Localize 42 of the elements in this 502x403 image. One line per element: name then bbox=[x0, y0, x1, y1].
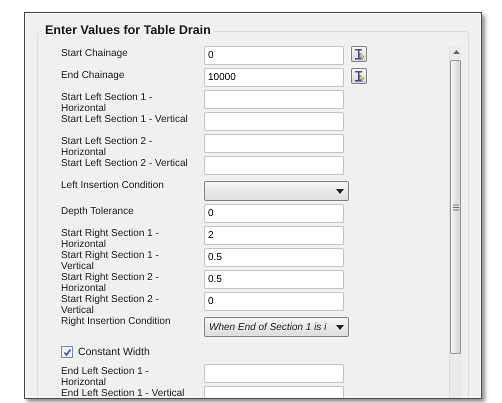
field-label: Start Left Section 1 - Horizontal bbox=[61, 91, 154, 114]
field-label: End Left Section 1 - Vertical bbox=[61, 387, 186, 398]
pick-icon bbox=[353, 70, 365, 82]
input-field[interactable]: 0.5 bbox=[204, 270, 344, 289]
field-label: Left Insertion Condition bbox=[61, 179, 165, 191]
scroll-up-icon[interactable] bbox=[453, 50, 460, 54]
field-label: End Left Section 1 - Horizontal bbox=[61, 365, 150, 388]
field-label: Start Right Section 2 - Horizontal bbox=[61, 271, 160, 294]
field-label: Start Right Section 2 - Vertical bbox=[61, 293, 160, 316]
input-field[interactable] bbox=[204, 134, 344, 153]
input-field[interactable] bbox=[204, 90, 344, 109]
field-label: Start Left Section 2 - Vertical bbox=[61, 157, 189, 169]
dropdown[interactable] bbox=[204, 181, 349, 201]
checkbox-label: Constant Width bbox=[78, 346, 150, 358]
field-label: Start Left Section 2 - Horizontal bbox=[61, 135, 154, 158]
field-label: Start Right Section 1 - Vertical bbox=[61, 249, 160, 272]
scroll-thumb[interactable] bbox=[450, 60, 461, 354]
dropdown[interactable]: When End of Section 1 is i bbox=[204, 317, 349, 337]
field-label: Right Insertion Condition bbox=[61, 315, 172, 327]
field-label: Depth Tolerance bbox=[61, 205, 135, 217]
input-field[interactable]: 0 bbox=[204, 292, 344, 311]
checkbox[interactable] bbox=[61, 346, 73, 358]
group-title: Enter Values for Table Drain bbox=[42, 23, 214, 37]
input-field[interactable] bbox=[204, 364, 344, 383]
pick-button[interactable] bbox=[351, 68, 367, 84]
pick-icon bbox=[353, 48, 365, 60]
scrollbar[interactable] bbox=[449, 46, 462, 398]
field-label: Start Right Section 1 - Horizontal bbox=[61, 227, 160, 250]
field-label: End Chainage bbox=[61, 69, 126, 81]
pick-button[interactable] bbox=[351, 46, 367, 62]
input-field[interactable] bbox=[204, 156, 344, 175]
input-field[interactable]: 0 bbox=[204, 204, 344, 223]
dropdown-arrow-icon bbox=[336, 188, 344, 194]
grip-icon bbox=[452, 204, 458, 210]
field-label: Start Chainage bbox=[61, 47, 129, 59]
input-field[interactable]: 0.5 bbox=[204, 248, 344, 267]
dropdown-arrow-icon bbox=[336, 324, 344, 330]
input-field[interactable]: 10000 bbox=[204, 68, 344, 87]
input-field[interactable]: 2 bbox=[204, 226, 344, 245]
input-field[interactable]: 0 bbox=[204, 46, 344, 65]
input-field[interactable] bbox=[204, 112, 344, 131]
field-label: Start Left Section 1 - Vertical bbox=[61, 113, 189, 125]
